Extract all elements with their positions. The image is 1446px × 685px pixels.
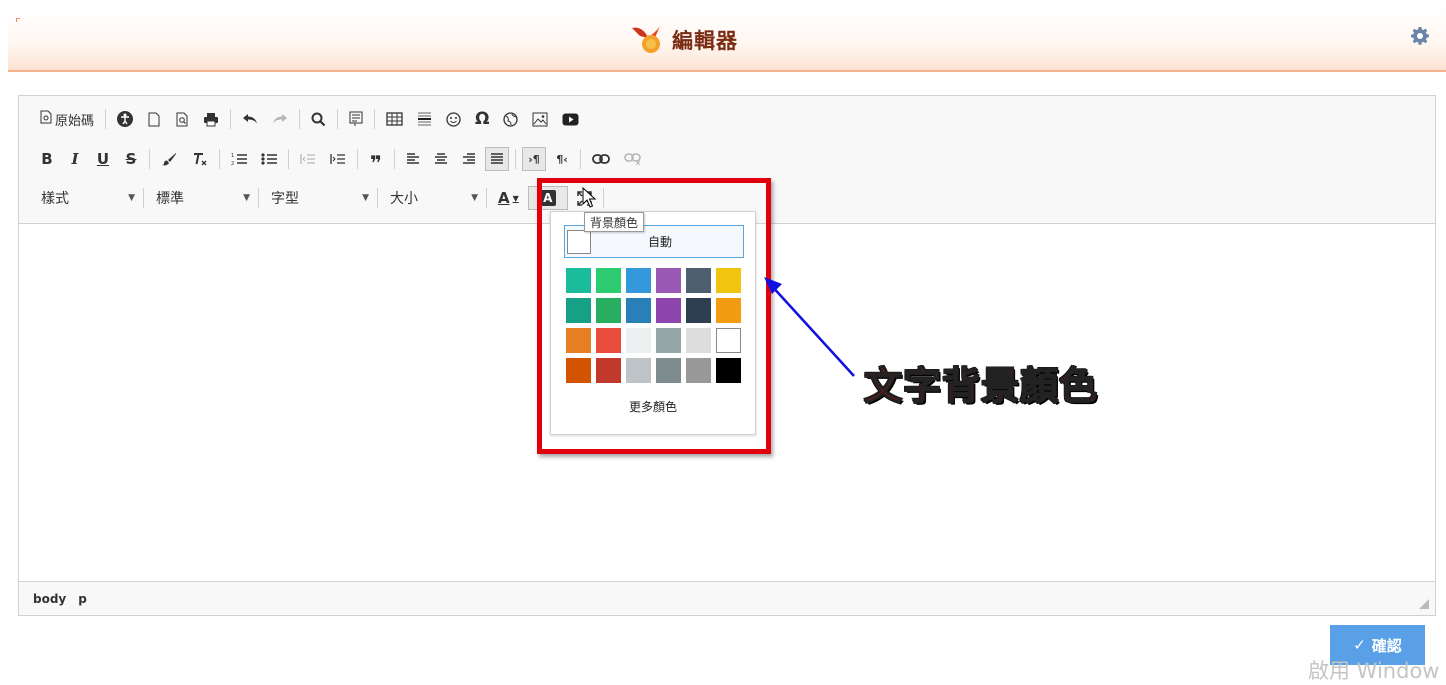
chevron-down-icon: ▼: [362, 193, 369, 203]
app-header: 編輯器: [8, 8, 1446, 72]
link-icon[interactable]: [587, 147, 615, 171]
separator: [515, 149, 516, 169]
annotation-callout: 文字背景顏色: [863, 363, 1099, 409]
size-combo-label: 大小: [390, 191, 418, 207]
iframe-icon[interactable]: [498, 107, 523, 131]
path-item-p[interactable]: p: [78, 592, 87, 606]
align-justify-icon[interactable]: [485, 147, 509, 171]
separator: [374, 109, 376, 129]
separator: [377, 188, 378, 208]
element-path-bar: body p: [19, 581, 1435, 615]
format-combo[interactable]: 標準 ▼: [150, 186, 256, 210]
style-combo[interactable]: 樣式 ▼: [35, 186, 141, 210]
indent-icon[interactable]: [325, 147, 351, 171]
separator: [230, 109, 232, 129]
table-icon[interactable]: [381, 107, 408, 131]
image-icon[interactable]: [527, 107, 553, 131]
confirm-label: 確認: [1371, 636, 1402, 655]
separator: [580, 149, 581, 169]
undo-icon[interactable]: [237, 107, 263, 131]
separator: [394, 149, 395, 169]
strikethrough-icon[interactable]: S: [119, 147, 143, 171]
logo-icon: [630, 24, 666, 56]
style-combo-label: 樣式: [41, 191, 69, 207]
separator: [219, 149, 220, 169]
align-center-icon[interactable]: [429, 147, 453, 171]
horizontal-rule-icon[interactable]: [412, 107, 437, 131]
separator: [299, 109, 301, 129]
annotation-arrow-icon: [764, 277, 855, 377]
toolbar-row-2: B I U S 12 ❞ ›¶ ¶‹: [35, 146, 651, 173]
source-button[interactable]: 原始碼: [35, 107, 99, 131]
gear-icon[interactable]: [1410, 26, 1430, 46]
chevron-down-icon: ▼: [128, 193, 135, 203]
redo-icon[interactable]: [267, 107, 293, 131]
separator: [288, 149, 289, 169]
separator: [337, 109, 339, 129]
emoji-icon[interactable]: [441, 107, 466, 131]
text-color-button[interactable]: A ▼: [493, 186, 524, 210]
chevron-down-icon: ▼: [512, 193, 519, 203]
unlink-icon[interactable]: [619, 147, 647, 171]
separator: [105, 109, 107, 129]
path-item-body[interactable]: body: [33, 592, 66, 606]
bold-icon[interactable]: B: [35, 147, 59, 171]
accessibility-icon[interactable]: [112, 107, 138, 131]
svg-text:1: 1: [231, 153, 234, 159]
new-page-icon[interactable]: [142, 107, 166, 131]
print-icon[interactable]: [198, 107, 224, 131]
source-icon: [40, 110, 52, 128]
underline-icon[interactable]: U: [91, 147, 115, 171]
italic-icon[interactable]: I: [63, 147, 87, 171]
resize-handle-icon[interactable]: [1419, 599, 1429, 609]
remove-format-icon[interactable]: [186, 147, 213, 171]
check-icon: ✓: [1353, 636, 1366, 654]
text-direction-rtl-icon[interactable]: ¶‹: [550, 147, 574, 171]
numbered-list-icon[interactable]: 12: [226, 147, 252, 171]
font-combo-label: 字型: [271, 191, 299, 207]
chevron-down-icon: ▼: [471, 193, 478, 203]
toolbar-row-1: 原始碼 Ω: [35, 106, 588, 132]
svg-text:2: 2: [231, 161, 234, 166]
bulleted-list-icon[interactable]: [256, 147, 282, 171]
format-combo-label: 標準: [156, 191, 184, 207]
separator: [258, 188, 259, 208]
align-left-icon[interactable]: [401, 147, 425, 171]
copy-format-icon[interactable]: [156, 147, 182, 171]
template-icon[interactable]: [344, 107, 368, 131]
blockquote-icon[interactable]: ❞: [364, 147, 388, 173]
size-combo[interactable]: 大小 ▼: [384, 186, 484, 210]
preview-icon[interactable]: [170, 107, 194, 131]
special-char-icon[interactable]: Ω: [470, 107, 494, 131]
align-right-icon[interactable]: [457, 147, 481, 171]
app-title: 編輯器: [630, 22, 738, 58]
text-direction-ltr-icon[interactable]: ›¶: [522, 147, 546, 171]
separator: [486, 188, 487, 208]
separator: [149, 149, 150, 169]
chevron-down-icon: ▼: [243, 193, 250, 203]
outdent-icon[interactable]: [295, 147, 321, 171]
annotation-highlight-box: [537, 178, 771, 454]
find-icon[interactable]: [306, 107, 331, 131]
separator: [143, 188, 144, 208]
app-title-text: 編輯器: [672, 29, 738, 53]
toolbar-row-3: 樣式 ▼ 標準 ▼ 字型 ▼ 大小 ▼ A ▼ A: [35, 185, 610, 211]
corner-mark: [16, 18, 20, 22]
video-icon[interactable]: [557, 107, 584, 131]
source-label: 原始碼: [55, 113, 95, 129]
separator: [357, 149, 358, 169]
font-combo[interactable]: 字型 ▼: [265, 186, 375, 210]
